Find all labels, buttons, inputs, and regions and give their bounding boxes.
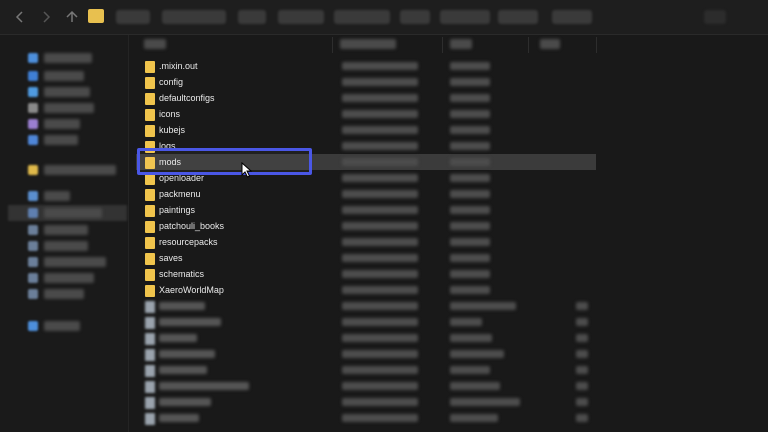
navigation-pane <box>0 35 129 432</box>
item-name: resourcepacks <box>159 237 218 247</box>
scrollbar[interactable] <box>760 40 763 420</box>
folder-icon <box>145 205 155 217</box>
file-icon <box>145 413 155 425</box>
breadcrumb-segment[interactable] <box>334 10 390 24</box>
column-size[interactable] <box>540 39 560 49</box>
sidebar-item[interactable] <box>24 255 120 269</box>
folder-icon <box>145 269 155 281</box>
sidebar-item[interactable] <box>24 133 120 147</box>
navigation-bar <box>0 0 768 35</box>
breadcrumb-segment[interactable] <box>116 10 150 24</box>
column-header <box>136 35 606 55</box>
breadcrumb-segment[interactable] <box>552 10 592 24</box>
folder-icon <box>145 237 155 249</box>
sidebar-item[interactable] <box>24 85 120 99</box>
item-name: packmenu <box>159 189 201 199</box>
address-dropdown[interactable] <box>704 10 726 24</box>
sidebar-item[interactable] <box>24 163 120 177</box>
list-item[interactable] <box>136 378 596 394</box>
folder-icon <box>145 221 155 233</box>
list-item[interactable]: packmenu <box>136 186 596 202</box>
list-item[interactable] <box>136 330 596 346</box>
column-type[interactable] <box>450 39 472 49</box>
sidebar-item[interactable] <box>24 69 120 83</box>
list-item[interactable]: patchouli_books <box>136 218 596 234</box>
list-item[interactable] <box>136 314 596 330</box>
folder-icon <box>88 9 104 23</box>
file-icon <box>145 381 155 393</box>
item-name: patchouli_books <box>159 221 225 231</box>
list-item[interactable]: schematics <box>136 266 596 282</box>
sidebar-item[interactable] <box>24 189 120 203</box>
list-item[interactable]: resourcepacks <box>136 234 596 250</box>
item-name: icons <box>159 109 181 119</box>
breadcrumb-segment[interactable] <box>162 10 226 24</box>
list-item[interactable]: config <box>136 74 596 90</box>
file-icon <box>145 333 155 345</box>
item-name: saves <box>159 253 183 263</box>
folder-icon <box>145 125 155 137</box>
file-icon <box>145 397 155 409</box>
list-item[interactable]: XaeroWorldMap <box>136 282 596 298</box>
sidebar-item[interactable] <box>24 206 120 220</box>
list-item[interactable] <box>136 346 596 362</box>
list-item[interactable] <box>136 394 596 410</box>
sidebar-item[interactable] <box>24 319 120 333</box>
item-name: .mixin.out <box>159 61 198 71</box>
arrow-left-icon[interactable] <box>12 9 28 25</box>
item-name: kubejs <box>159 125 186 135</box>
list-item[interactable] <box>136 410 596 426</box>
sidebar-item[interactable] <box>24 101 120 115</box>
breadcrumb-segment[interactable] <box>440 10 490 24</box>
item-name: defaultconfigs <box>159 93 215 103</box>
item-name: XaeroWorldMap <box>159 285 224 295</box>
breadcrumb-segment[interactable] <box>278 10 324 24</box>
list-item[interactable]: .mixin.out <box>136 58 596 74</box>
list-item[interactable]: paintings <box>136 202 596 218</box>
list-item[interactable] <box>136 362 596 378</box>
highlight-box <box>137 148 312 175</box>
folder-icon <box>145 93 155 105</box>
list-item[interactable]: icons <box>136 106 596 122</box>
breadcrumb-segment[interactable] <box>498 10 538 24</box>
column-date-modified[interactable] <box>340 39 396 49</box>
file-icon <box>145 349 155 361</box>
item-name: config <box>159 77 184 87</box>
list-item[interactable]: saves <box>136 250 596 266</box>
list-item[interactable]: defaultconfigs <box>136 90 596 106</box>
sidebar-item[interactable] <box>24 117 120 131</box>
column-name[interactable] <box>144 39 166 49</box>
arrow-up-icon[interactable] <box>64 9 80 25</box>
file-icon <box>145 365 155 377</box>
sidebar-item[interactable] <box>24 223 120 237</box>
file-icon <box>145 317 155 329</box>
folder-icon <box>145 285 155 297</box>
folder-icon <box>145 61 155 73</box>
file-icon <box>145 301 155 313</box>
folder-icon <box>145 189 155 201</box>
sidebar-item[interactable] <box>24 271 120 285</box>
folder-icon <box>145 253 155 265</box>
breadcrumb-segment[interactable] <box>400 10 430 24</box>
list-item[interactable] <box>136 298 596 314</box>
arrow-right-icon[interactable] <box>38 9 54 25</box>
sidebar-item[interactable] <box>24 239 120 253</box>
folder-icon <box>145 109 155 121</box>
sidebar-item[interactable] <box>24 51 120 65</box>
folder-icon <box>145 77 155 89</box>
breadcrumb-segment[interactable] <box>238 10 266 24</box>
item-name: schematics <box>159 269 205 279</box>
list-item[interactable]: kubejs <box>136 122 596 138</box>
mouse-pointer-icon <box>241 162 253 178</box>
sidebar-item[interactable] <box>24 287 120 301</box>
item-name: paintings <box>159 205 196 215</box>
